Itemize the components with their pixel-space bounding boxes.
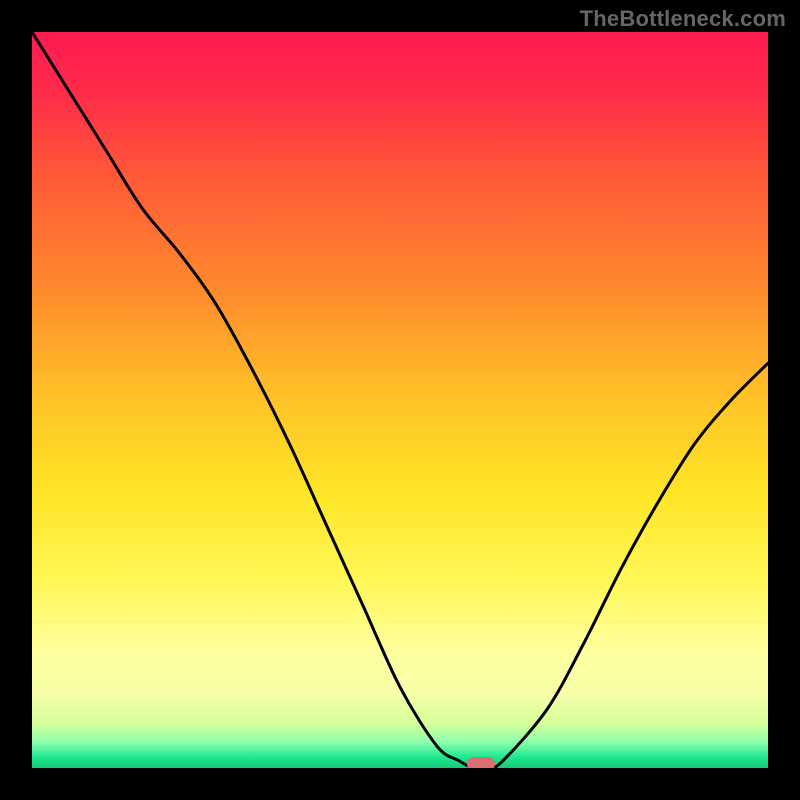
optimum-marker (467, 757, 495, 768)
bottleneck-curve (32, 32, 768, 768)
plot-area (32, 32, 768, 768)
watermark-text: TheBottleneck.com (580, 6, 786, 32)
chart-frame: TheBottleneck.com (0, 0, 800, 800)
